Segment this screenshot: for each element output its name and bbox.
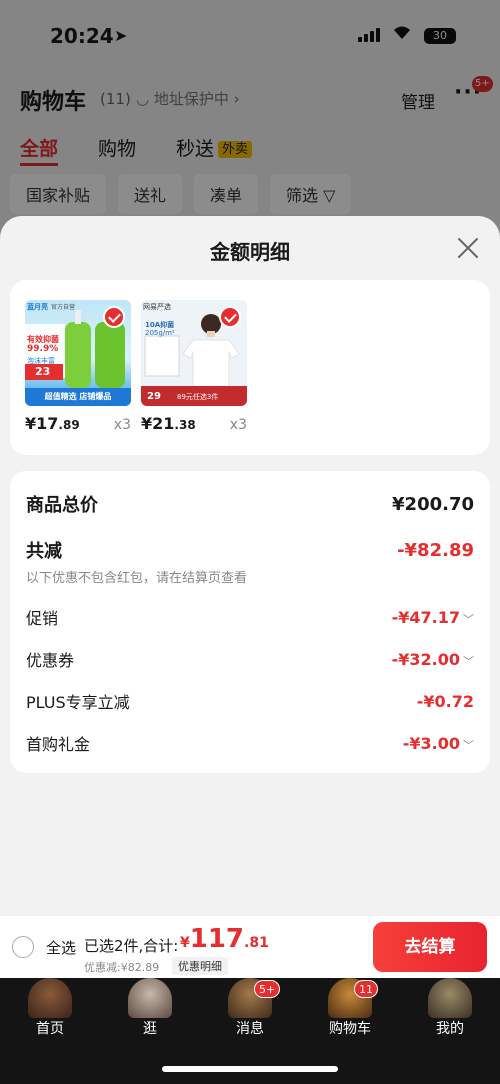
avatar-warrior-icon [28, 978, 72, 1018]
total-yen: ¥ [180, 935, 190, 951]
product-price-dec: .38 [174, 418, 196, 432]
discount-value: -¥82.89 [397, 539, 474, 561]
product-item[interactable]: 网易严选 10A抑菌 205g/m² 29 89元任选3件 ¥21.38 x3 [141, 300, 247, 433]
product-1-flag: 官方自营 [51, 304, 76, 311]
total-int: 117 [189, 924, 245, 954]
product-image-tshirt: 网易严选 10A抑菌 205g/m² 29 89元任选3件 [141, 300, 247, 406]
close-icon[interactable] [454, 234, 482, 262]
discount-row: 共减 -¥82.89 [26, 537, 474, 563]
total-label: 商品总价 [26, 495, 98, 516]
coupon-value-wrap: -¥32.00 ﹀ [392, 650, 474, 669]
tab-messages-label: 消息 [236, 1021, 264, 1037]
product-2-line2: 205g/m² [145, 329, 175, 337]
plus-row: PLUS专享立减 -¥0.72 [26, 689, 474, 713]
product-qty: x3 [113, 417, 131, 433]
product-price-dec: .89 [58, 418, 80, 432]
coupon-label: 优惠券 [26, 651, 75, 670]
product-price-int: ¥17 [25, 414, 59, 433]
saved-amount: 优惠减:¥82.89 [84, 961, 160, 974]
tab-home[interactable]: 首页 [0, 978, 100, 1048]
plus-label: PLUS专享立减 [26, 693, 130, 712]
product-2-promo-price: 29 [147, 391, 161, 402]
promo-label: 促销 [26, 609, 59, 628]
product-price: ¥21.38 [141, 414, 196, 433]
total-row: 商品总价 ¥200.70 [26, 491, 474, 517]
checkout-bar: 全选 已选2件,合计: ¥117.81 优惠减:¥82.89 优惠明细 去结算 [0, 916, 500, 978]
avatar-beast-icon [428, 978, 472, 1018]
total-dec: .81 [244, 935, 269, 951]
tab-cart-label: 购物车 [329, 1021, 371, 1037]
product-1-brand: 蓝月亮 [27, 303, 48, 311]
promo-value-wrap: -¥47.17 ﹀ [392, 608, 474, 627]
discount-detail-toggle[interactable]: 优惠明细 [172, 957, 228, 975]
checkout-button[interactable]: 去结算 [373, 922, 487, 972]
first-buy-value: -¥3.00 [402, 733, 460, 753]
total-value: ¥200.70 [392, 493, 474, 515]
bottom-tab-bar: 首页 逛 5+ 消息 11 购物车 我的 [0, 978, 500, 1084]
select-all-label[interactable]: 全选 [46, 937, 76, 958]
chevron-down-icon: ﹀ [463, 738, 474, 752]
tab-messages[interactable]: 5+ 消息 [200, 978, 300, 1048]
coupon-row[interactable]: 优惠券 -¥32.00 ﹀ [26, 647, 474, 671]
tab-home-label: 首页 [36, 1021, 64, 1037]
coupon-value: -¥32.00 [391, 649, 460, 669]
discount-note: 以下优惠不包含红包，请在结算页查看 [26, 571, 248, 586]
product-1-line2: 99.9% [27, 344, 59, 354]
first-buy-label: 首购礼金 [26, 735, 91, 754]
plus-value: -¥0.72 [416, 691, 474, 711]
select-all-checkbox[interactable] [12, 936, 34, 958]
product-1-banner: 超值精选 店铺爆品 [44, 392, 112, 401]
selected-summary: 已选2件,合计: [84, 937, 179, 955]
discount-label: 共减 [26, 541, 62, 562]
first-buy-row[interactable]: 首购礼金 -¥3.00 ﹀ [26, 731, 474, 755]
product-2-brand: 网易严选 [143, 303, 171, 311]
product-1-promo-price: 23 [35, 365, 51, 378]
product-price: ¥17.89 [25, 414, 80, 433]
avatar-elder-icon [128, 978, 172, 1018]
first-buy-value-wrap: -¥3.00 ﹀ [403, 734, 474, 753]
tab-explore-label: 逛 [143, 1021, 157, 1037]
selected-products-card: 蓝月亮 官方自营 有效抑菌 99.9% 泡沫丰富 23 超值精选 店铺爆品 ¥1… [10, 280, 490, 455]
chevron-down-icon: ﹀ [463, 612, 474, 626]
home-indicator[interactable] [162, 1066, 338, 1072]
product-price-int: ¥21 [141, 414, 175, 433]
product-item[interactable]: 蓝月亮 官方自营 有效抑菌 99.9% 泡沫丰富 23 超值精选 店铺爆品 ¥1… [25, 300, 131, 433]
amount-breakdown-card: 商品总价 ¥200.70 共减 -¥82.89 以下优惠不包含红包，请在结算页查… [10, 471, 490, 773]
selected-check-icon [219, 306, 241, 328]
promo-row[interactable]: 促销 -¥47.17 ﹀ [26, 605, 474, 629]
chevron-down-icon: ﹀ [463, 654, 474, 668]
total-amount: ¥117.81 [180, 924, 269, 954]
sheet-title: 金额明细 [210, 240, 290, 264]
tab-profile[interactable]: 我的 [400, 978, 500, 1048]
messages-badge: 5+ [254, 980, 281, 998]
tab-cart[interactable]: 11 购物车 [300, 978, 400, 1048]
product-image-handwash: 蓝月亮 官方自营 有效抑菌 99.9% 泡沫丰富 23 超值精选 店铺爆品 [25, 300, 131, 406]
tab-profile-label: 我的 [436, 1021, 464, 1037]
product-2-banner: 89元任选3件 [177, 393, 219, 401]
cart-badge: 11 [354, 980, 378, 998]
tab-explore[interactable]: 逛 [100, 978, 200, 1048]
selected-check-icon [103, 306, 125, 328]
product-qty: x3 [229, 417, 247, 433]
promo-value: -¥47.17 [391, 607, 460, 627]
